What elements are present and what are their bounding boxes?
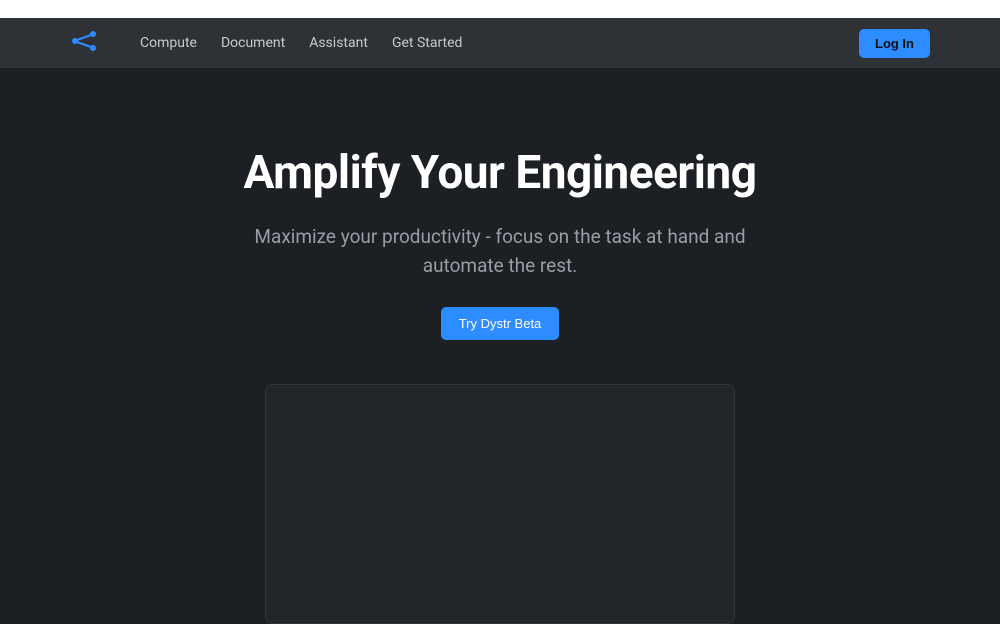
nav-link-compute[interactable]: Compute — [140, 35, 197, 51]
nav-link-get-started[interactable]: Get Started — [392, 35, 463, 51]
hero-section: Amplify Your Engineering Maximize your p… — [0, 68, 1000, 624]
logo[interactable] — [70, 29, 100, 57]
nav-link-document[interactable]: Document — [221, 35, 285, 51]
nav-links: Compute Document Assistant Get Started — [140, 35, 859, 51]
logo-icon — [70, 29, 100, 57]
navbar: Compute Document Assistant Get Started L… — [0, 18, 1000, 68]
hero-title: Amplify Your Engineering — [0, 146, 1000, 200]
try-beta-button[interactable]: Try Dystr Beta — [441, 307, 560, 340]
preview-card — [265, 384, 735, 624]
hero-subtitle: Maximize your productivity - focus on th… — [240, 222, 760, 281]
login-button[interactable]: Log In — [859, 29, 930, 58]
nav-link-assistant[interactable]: Assistant — [309, 35, 368, 51]
browser-chrome-strip — [0, 0, 1000, 18]
